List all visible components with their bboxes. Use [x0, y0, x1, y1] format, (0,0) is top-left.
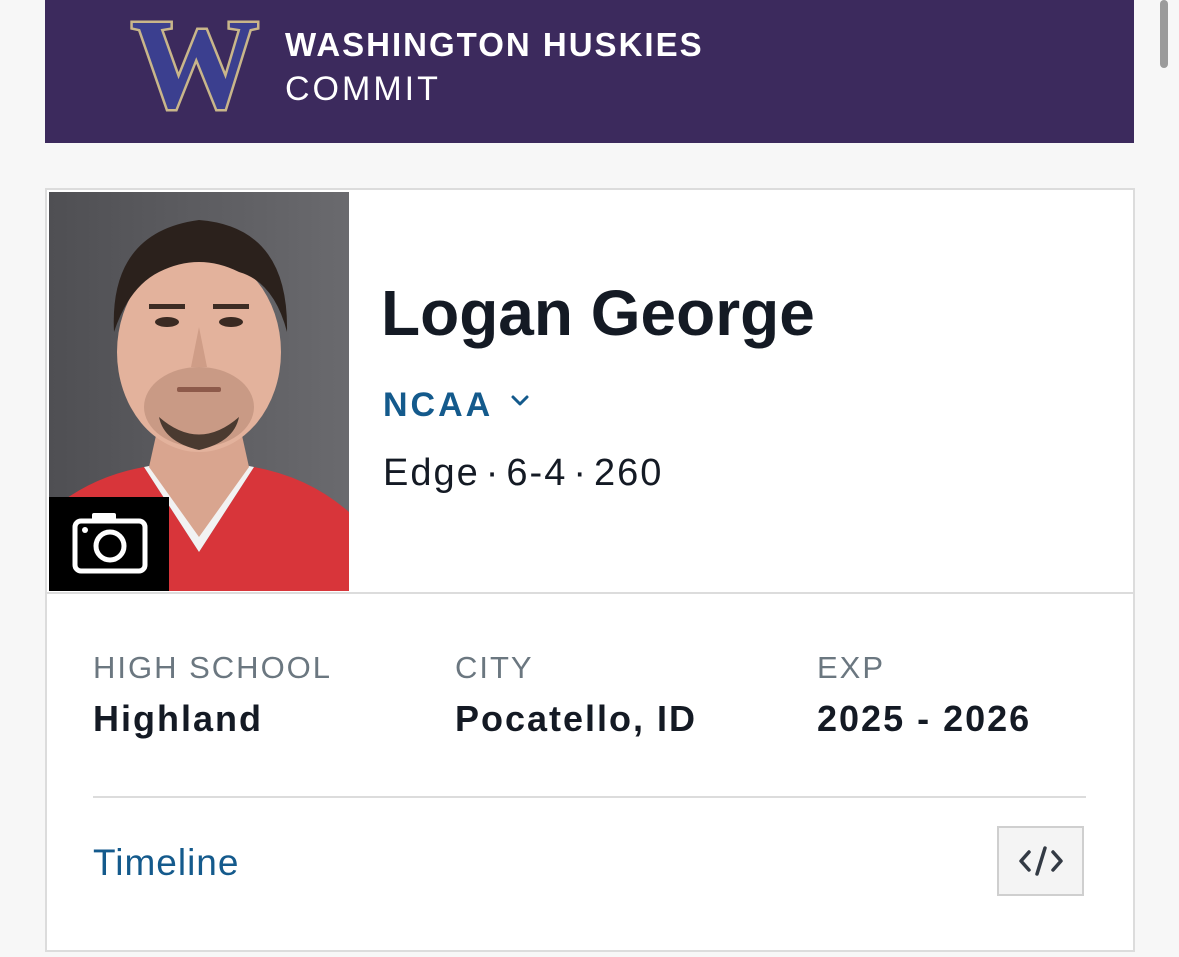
player-photo[interactable] [49, 192, 349, 591]
city-label: CITY [455, 650, 534, 685]
player-position: Edge [383, 452, 480, 494]
scrollbar[interactable] [1160, 0, 1168, 68]
embed-code-button[interactable] [997, 826, 1084, 896]
city-value: Pocatello, ID [455, 698, 698, 739]
chevron-down-icon [511, 395, 529, 406]
exp-info: EXP 2025 - 2026 [817, 650, 1031, 740]
team-banner[interactable]: W WASHINGTON HUSKIES COMMIT [45, 0, 1134, 143]
page: W WASHINGTON HUSKIES COMMIT Logan George… [0, 0, 1179, 957]
city-info: CITY Pocatello, ID [455, 650, 697, 740]
player-name: Logan George [381, 277, 815, 349]
player-card: Logan George NCAA Edge · 6-4 · 260 HIGH SCHO… [45, 188, 1135, 952]
code-icon [1018, 846, 1063, 876]
separator: · [573, 452, 588, 494]
league-dropdown[interactable]: NCAA [383, 386, 530, 425]
divider [93, 796, 1086, 798]
player-card-header: Logan George NCAA Edge · 6-4 · 260 [47, 190, 1133, 594]
camera-icon [72, 513, 148, 574]
player-attributes: Edge · 6-4 · 260 [383, 452, 663, 495]
exp-label: EXP [817, 650, 886, 685]
player-weight: 260 [593, 452, 664, 494]
exp-value: 2025 - 2026 [817, 698, 1032, 739]
washington-w-logo: W [129, 12, 262, 120]
separator: · [485, 452, 501, 494]
camera-button[interactable] [49, 497, 169, 591]
team-name: WASHINGTON HUSKIES [285, 26, 704, 63]
high-school-info: HIGH SCHOOL Highland [93, 650, 332, 740]
high-school-value: Highland [93, 698, 263, 739]
logo-letter: W [131, 12, 259, 120]
commit-status: COMMIT [285, 70, 441, 108]
high-school-label: HIGH SCHOOL [93, 650, 333, 685]
player-height: 6-4 [506, 452, 568, 494]
league-label: NCAA [383, 386, 492, 424]
timeline-link[interactable]: Timeline [93, 842, 239, 884]
